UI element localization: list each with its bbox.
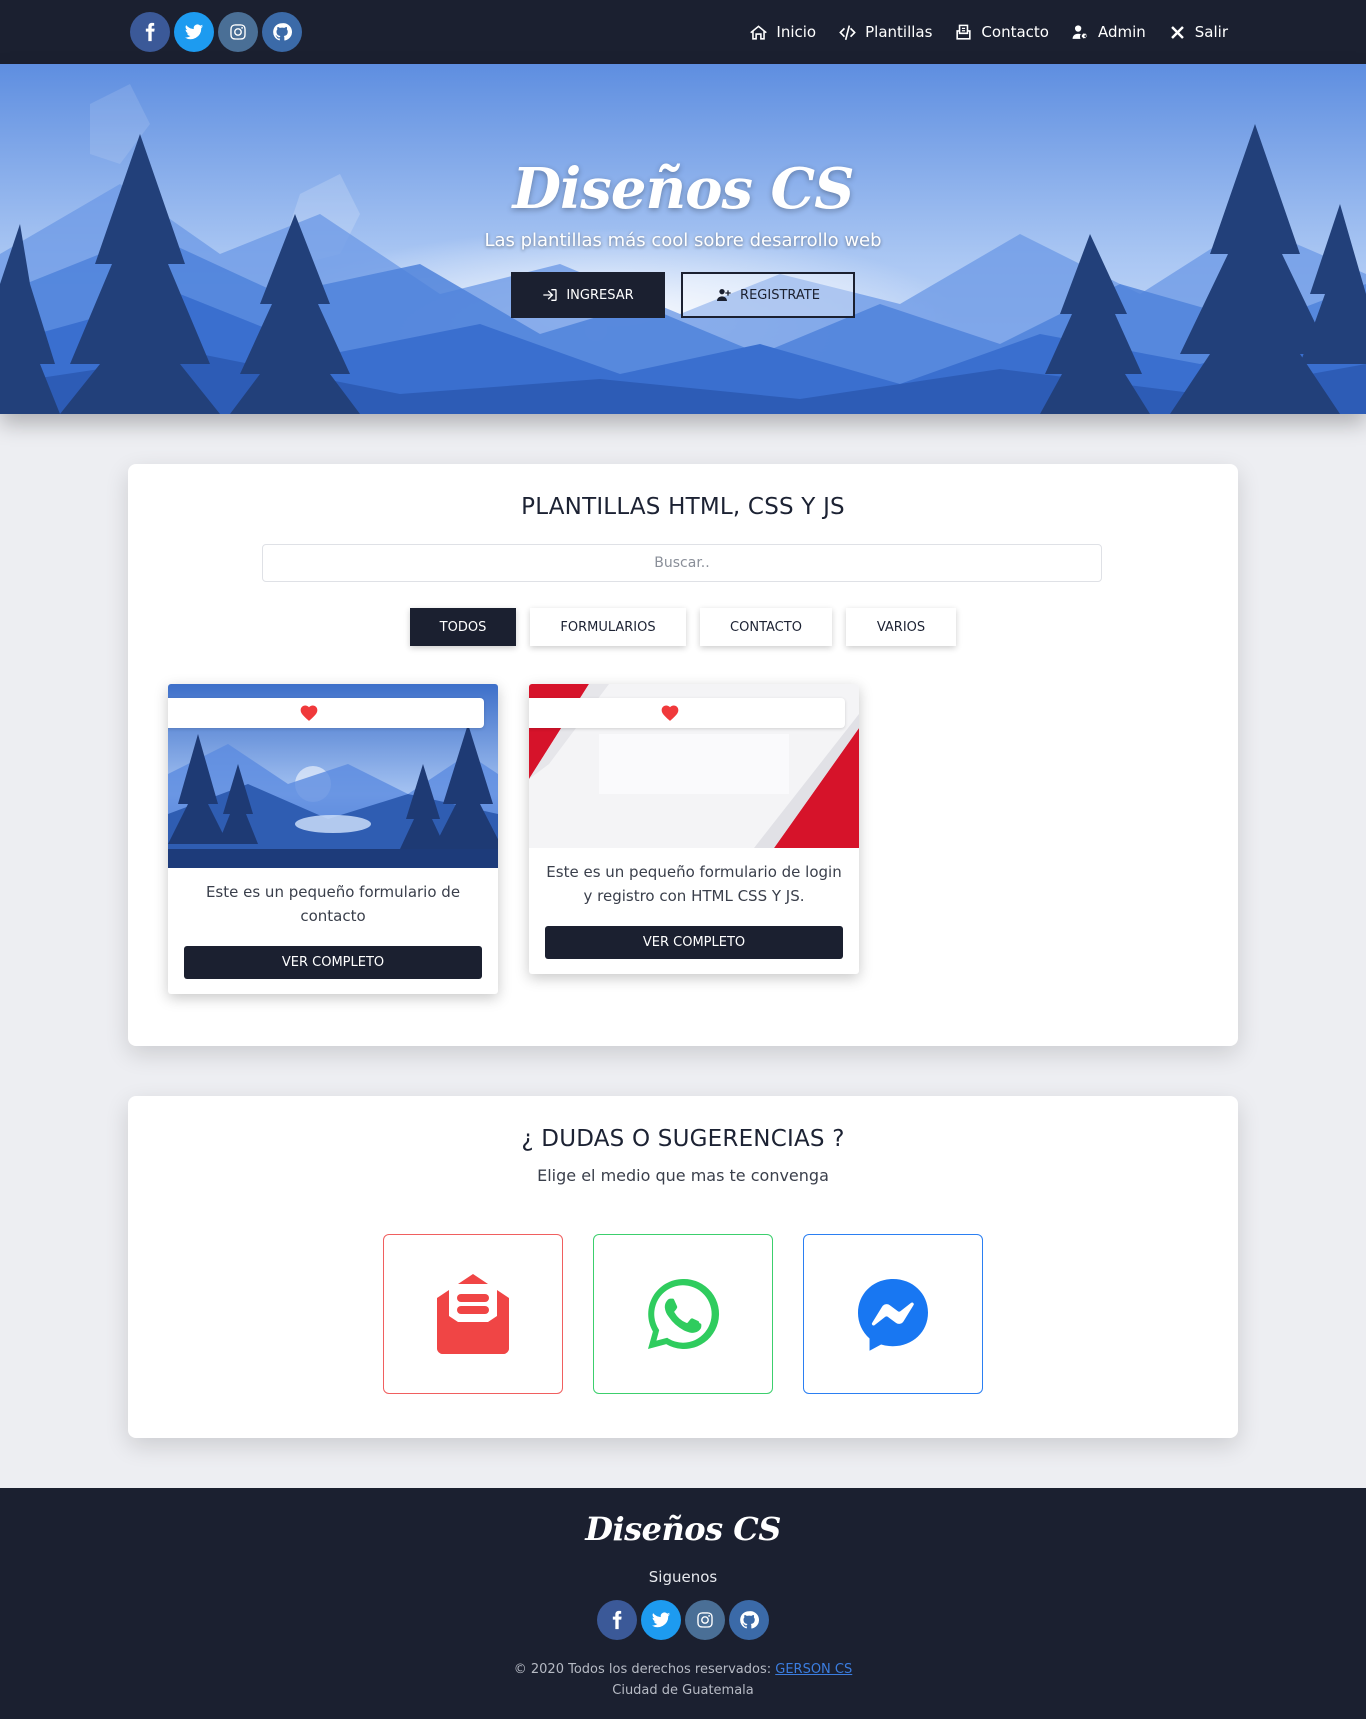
nav-links: Inicio Plantillas Contacto Admin Salir <box>749 0 1228 64</box>
sign-in-icon <box>543 289 558 301</box>
home-icon <box>750 24 768 40</box>
mail-tray-icon <box>956 24 972 40</box>
hero-banner: Diseños CS Las plantillas más cool sobre… <box>0 64 1366 414</box>
nav-link-salir[interactable]: Salir <box>1168 23 1228 42</box>
nav-link-admin[interactable]: Admin <box>1071 23 1146 42</box>
instagram-icon[interactable] <box>218 12 258 52</box>
template-card: 1222 Este es un pequeño formulario de lo… <box>529 684 859 974</box>
instagram-icon[interactable] <box>685 1600 725 1640</box>
facebook-icon[interactable] <box>130 12 170 52</box>
contact-section: ¿ DUDAS O SUGERENCIAS ? Elige el medio q… <box>128 1096 1238 1438</box>
nav-link-label: Admin <box>1097 23 1146 41</box>
hero-buttons: INGRESAR REGISTRATE <box>0 272 1366 318</box>
filter-buttons: TODOS FORMULARIOS CONTACTO VARIOS <box>128 608 1238 646</box>
navbar: Inicio Plantillas Contacto Admin Salir <box>0 0 1366 64</box>
view-full-button[interactable]: VER COMPLETO <box>545 926 843 959</box>
likes-badge[interactable]: 1222 <box>168 698 484 728</box>
heart-icon <box>661 705 679 721</box>
whatsapp-contact-button[interactable] <box>593 1234 773 1394</box>
nav-link-plantillas[interactable]: Plantillas <box>838 23 932 42</box>
template-card: 1222 Este es un pequeño formulario de co… <box>168 684 498 994</box>
author-link[interactable]: GERSON CS <box>775 1662 852 1677</box>
footer-follow-text: Siguenos <box>648 1568 718 1586</box>
nav-link-inicio[interactable]: Inicio <box>749 23 816 42</box>
template-thumbnail[interactable]: 1222 <box>529 684 859 848</box>
contact-title: ¿ DUDAS O SUGERENCIAS ? <box>521 1126 845 1152</box>
whatsapp-icon <box>648 1278 720 1349</box>
footer: Diseños CS Siguenos © 2020 Todos los der… <box>0 1488 1366 1719</box>
twitter-icon[interactable] <box>641 1600 681 1640</box>
likes-badge[interactable]: 1222 <box>529 698 845 728</box>
close-icon <box>1170 25 1184 39</box>
login-button[interactable]: INGRESAR <box>511 272 665 318</box>
template-description: Este es un pequeño formulario de login y… <box>546 863 842 905</box>
nav-link-label: Contacto <box>981 23 1049 41</box>
search-input[interactable] <box>262 544 1102 582</box>
nav-link-contacto[interactable]: Contacto <box>954 23 1049 42</box>
nav-link-label: Plantillas <box>865 23 933 41</box>
footer-copyright: © 2020 Todos los derechos reservados: GE… <box>0 1662 1366 1677</box>
templates-section: PLANTILLAS HTML, CSS Y JS TODOS FORMULAR… <box>128 464 1238 1046</box>
filter-formularios-button[interactable]: FORMULARIOS <box>530 608 686 646</box>
footer-title: Diseños CS <box>585 1510 781 1548</box>
register-button[interactable]: REGISTRATE <box>681 272 855 318</box>
login-button-label: INGRESAR <box>566 287 634 303</box>
view-full-button[interactable]: VER COMPLETO <box>184 946 482 979</box>
hero-subtitle: Las plantillas más cool sobre desarrollo… <box>484 230 882 251</box>
user-cog-icon <box>1072 24 1087 39</box>
github-icon[interactable] <box>729 1600 769 1640</box>
filter-varios-button[interactable]: VARIOS <box>846 608 956 646</box>
facebook-icon[interactable] <box>597 1600 637 1640</box>
email-icon <box>437 1274 509 1354</box>
contact-subtitle: Elige el medio que mas te convenga <box>537 1166 829 1185</box>
register-button-label: REGISTRATE <box>740 287 820 303</box>
templates-title: PLANTILLAS HTML, CSS Y JS <box>521 494 845 520</box>
nav-link-label: Inicio <box>776 23 817 41</box>
messenger-contact-button[interactable] <box>803 1234 983 1394</box>
copyright-text: © 2020 Todos los derechos reservados: <box>513 1662 776 1677</box>
heart-icon <box>300 705 318 721</box>
template-thumbnail[interactable]: 1222 <box>168 684 498 868</box>
footer-city: Ciudad de Guatemala <box>612 1683 754 1698</box>
template-description: Este es un pequeño formulario de contact… <box>205 883 461 925</box>
filter-todos-button[interactable]: TODOS <box>410 608 516 646</box>
footer-social-links <box>0 1600 1366 1640</box>
user-plus-icon <box>717 289 731 301</box>
nav-link-label: Salir <box>1194 23 1228 41</box>
code-icon <box>839 24 856 40</box>
messenger-icon <box>858 1279 928 1351</box>
twitter-icon[interactable] <box>174 12 214 52</box>
hero-title: Diseños CS <box>512 156 854 222</box>
nav-social-links <box>130 12 302 52</box>
filter-contacto-button[interactable]: CONTACTO <box>700 608 832 646</box>
email-contact-button[interactable] <box>383 1234 563 1394</box>
github-icon[interactable] <box>262 12 302 52</box>
